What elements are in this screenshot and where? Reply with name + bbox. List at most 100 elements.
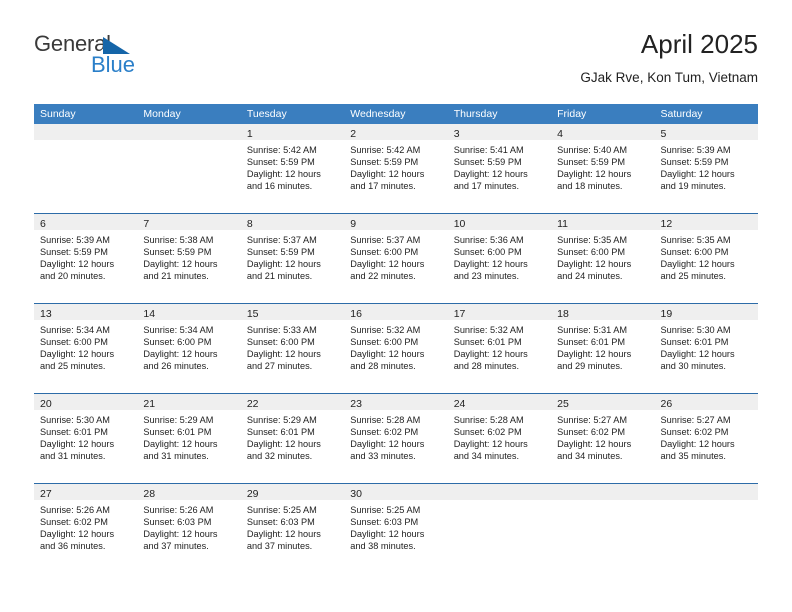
calendar-day-cell[interactable]: 1 Sunrise: 5:42 AM Sunset: 5:59 PM Daylight… xyxy=(240,124,345,213)
date-number: 12 xyxy=(660,218,673,230)
day-detail-line: Daylight: 12 hours xyxy=(453,349,528,360)
calendar-day-cell[interactable]: 13 Sunrise: 5:34 AM Sunset: 6:00 PM Dayligh… xyxy=(34,304,138,393)
date-band: 26 xyxy=(654,394,758,410)
day-detail-line: Sunrise: 5:31 AM xyxy=(557,325,628,335)
day-detail-line: Daylight: 12 hours xyxy=(246,349,321,360)
day-detail-line: Daylight: 12 hours xyxy=(246,439,321,450)
day-detail-line: and 37 minutes. xyxy=(246,541,313,552)
day-detail-line: Sunrise: 5:39 AM xyxy=(40,235,110,245)
calendar-day-cell[interactable]: 18 Sunrise: 5:31 AM Sunset: 6:01 PM Dayligh… xyxy=(551,304,655,393)
date-band: 6 xyxy=(34,214,138,230)
day-of-week-header: Wednesday xyxy=(350,108,406,120)
calendar-day-cell-empty xyxy=(447,484,552,573)
day-detail-line: and 23 minutes. xyxy=(453,271,520,282)
calendar-day-cell[interactable]: 5 Sunrise: 5:39 AM Sunset: 5:59 PM Daylight… xyxy=(654,124,758,213)
date-number: 23 xyxy=(350,398,362,410)
calendar-day-cell[interactable]: 11 Sunrise: 5:35 AM Sunset: 6:00 PM Dayligh… xyxy=(551,214,655,303)
day-of-week-header: Thursday xyxy=(453,108,498,120)
date-band xyxy=(654,484,758,500)
date-number: 14 xyxy=(143,308,156,320)
date-band: 16 xyxy=(344,304,448,320)
day-detail-line: Sunrise: 5:42 AM xyxy=(246,145,317,155)
day-detail-line: and 21 minutes. xyxy=(246,271,313,282)
date-number: 15 xyxy=(246,308,259,320)
day-detail-line: Sunrise: 5:38 AM xyxy=(143,235,214,245)
day-detail-list xyxy=(448,500,551,504)
calendar-day-cell[interactable]: 4 Sunrise: 5:40 AM Sunset: 5:59 PM Daylight… xyxy=(551,124,655,213)
day-detail-line: Sunrise: 5:28 AM xyxy=(453,415,524,425)
calendar-day-cell[interactable]: 2 Sunrise: 5:42 AM Sunset: 5:59 PM Daylight… xyxy=(344,124,448,213)
calendar-day-cell[interactable]: 19 Sunrise: 5:30 AM Sunset: 6:01 PM Dayligh… xyxy=(654,304,758,393)
day-detail-list: Sunrise: 5:29 AM Sunset: 6:01 PM Daylight:… xyxy=(241,410,344,462)
day-detail-line: Sunset: 6:00 PM xyxy=(350,337,419,348)
calendar-day-cell[interactable]: 26 Sunrise: 5:27 AM Sunset: 6:02 PM Dayligh… xyxy=(654,394,758,483)
date-band: 15 xyxy=(240,304,345,320)
calendar-day-cell[interactable]: 9 Sunrise: 5:37 AM Sunset: 6:00 PM Daylight… xyxy=(344,214,448,303)
day-detail-list: Sunrise: 5:26 AM Sunset: 6:02 PM Daylight:… xyxy=(34,500,137,552)
date-number: 20 xyxy=(40,398,52,410)
day-detail-line: Sunset: 6:00 PM xyxy=(350,247,419,258)
day-detail-line: Daylight: 12 hours xyxy=(246,529,321,540)
day-detail-line: and 27 minutes. xyxy=(246,361,313,372)
day-detail-line: Sunset: 5:59 PM xyxy=(143,247,212,258)
calendar-week-row: 20 Sunrise: 5:30 AM Sunset: 6:01 PM Dayligh… xyxy=(34,393,758,483)
calendar-day-cell[interactable]: 8 Sunrise: 5:37 AM Sunset: 5:59 PM Daylight… xyxy=(240,214,345,303)
day-detail-list: Sunrise: 5:39 AM Sunset: 5:59 PM Daylight:… xyxy=(655,140,758,192)
calendar-day-cell-empty xyxy=(137,124,241,213)
date-band: 27 xyxy=(34,484,138,500)
day-detail-line: Sunrise: 5:26 AM xyxy=(40,505,110,515)
day-detail-list: Sunrise: 5:29 AM Sunset: 6:01 PM Daylight:… xyxy=(137,410,240,462)
day-detail-list: Sunrise: 5:34 AM Sunset: 6:00 PM Daylight:… xyxy=(137,320,240,372)
day-detail-line: Sunrise: 5:27 AM xyxy=(557,415,628,425)
day-detail-line: Sunrise: 5:41 AM xyxy=(453,145,524,155)
calendar-day-cell[interactable]: 14 Sunrise: 5:34 AM Sunset: 6:00 PM Dayligh… xyxy=(137,304,241,393)
calendar-day-cell[interactable]: 17 Sunrise: 5:32 AM Sunset: 6:01 PM Dayligh… xyxy=(447,304,552,393)
date-number: 17 xyxy=(453,308,466,320)
calendar-day-cell[interactable]: 7 Sunrise: 5:38 AM Sunset: 5:59 PM Daylight… xyxy=(137,214,241,303)
calendar-day-cell[interactable]: 10 Sunrise: 5:36 AM Sunset: 6:00 PM Dayligh… xyxy=(447,214,552,303)
date-band: 28 xyxy=(137,484,241,500)
day-detail-list xyxy=(34,140,137,144)
calendar-day-cell[interactable]: 12 Sunrise: 5:35 AM Sunset: 6:00 PM Dayligh… xyxy=(654,214,758,303)
day-detail-line: Daylight: 12 hours xyxy=(557,439,632,450)
calendar-day-cell[interactable]: 21 Sunrise: 5:29 AM Sunset: 6:01 PM Dayligh… xyxy=(137,394,241,483)
day-detail-list: Sunrise: 5:28 AM Sunset: 6:02 PM Daylight:… xyxy=(448,410,551,462)
calendar-day-cell[interactable]: 30 Sunrise: 5:25 AM Sunset: 6:03 PM Dayligh… xyxy=(344,484,448,573)
day-detail-list: Sunrise: 5:35 AM Sunset: 6:00 PM Daylight:… xyxy=(551,230,654,282)
date-band: 3 xyxy=(447,124,552,140)
day-detail-line: and 24 minutes. xyxy=(557,271,623,282)
calendar-day-cell[interactable]: 23 Sunrise: 5:28 AM Sunset: 6:02 PM Dayligh… xyxy=(344,394,448,483)
calendar-day-cell-empty xyxy=(34,124,138,213)
calendar-week-row: 13 Sunrise: 5:34 AM Sunset: 6:00 PM Dayligh… xyxy=(34,303,758,393)
date-band: 29 xyxy=(240,484,345,500)
calendar-day-cell[interactable]: 28 Sunrise: 5:26 AM Sunset: 6:03 PM Dayligh… xyxy=(137,484,241,573)
day-of-week-header-row: Sunday Monday Tuesday Wednesday Thursday Frid… xyxy=(34,104,758,124)
day-detail-line: Sunrise: 5:30 AM xyxy=(40,415,110,425)
day-detail-line: Daylight: 12 hours xyxy=(350,529,425,540)
date-band: 1 xyxy=(240,124,345,140)
day-detail-line: Sunrise: 5:33 AM xyxy=(246,325,317,335)
calendar-day-cell[interactable]: 29 Sunrise: 5:25 AM Sunset: 6:03 PM Dayligh… xyxy=(240,484,345,573)
calendar-day-cell[interactable]: 15 Sunrise: 5:33 AM Sunset: 6:00 PM Dayligh… xyxy=(240,304,345,393)
date-number: 1 xyxy=(246,128,253,140)
general-blue-logo[interactable]: General Blue xyxy=(34,32,214,88)
calendar-grid: Sunday Monday Tuesday Wednesday Thursday Frid… xyxy=(34,104,758,573)
calendar-day-cell[interactable]: 3 Sunrise: 5:41 AM Sunset: 5:59 PM Daylight… xyxy=(447,124,552,213)
date-number: 2 xyxy=(350,128,357,140)
calendar-day-cell[interactable]: 6 Sunrise: 5:39 AM Sunset: 5:59 PM Daylight… xyxy=(34,214,138,303)
day-detail-line: Sunrise: 5:35 AM xyxy=(557,235,628,245)
calendar-day-cell[interactable]: 27 Sunrise: 5:26 AM Sunset: 6:02 PM Dayligh… xyxy=(34,484,138,573)
day-detail-line: Daylight: 12 hours xyxy=(246,259,321,270)
calendar-day-cell[interactable]: 25 Sunrise: 5:27 AM Sunset: 6:02 PM Dayligh… xyxy=(551,394,655,483)
calendar-day-cell[interactable]: 20 Sunrise: 5:30 AM Sunset: 6:01 PM Dayligh… xyxy=(34,394,138,483)
day-detail-line: Sunrise: 5:39 AM xyxy=(660,145,731,155)
date-band: 30 xyxy=(344,484,448,500)
day-detail-list: Sunrise: 5:32 AM Sunset: 6:00 PM Daylight:… xyxy=(344,320,447,372)
calendar-day-cell[interactable]: 24 Sunrise: 5:28 AM Sunset: 6:02 PM Dayligh… xyxy=(447,394,552,483)
calendar-day-cell[interactable]: 16 Sunrise: 5:32 AM Sunset: 6:00 PM Dayligh… xyxy=(344,304,448,393)
calendar-day-cell[interactable]: 22 Sunrise: 5:29 AM Sunset: 6:01 PM Dayligh… xyxy=(240,394,345,483)
day-of-week-header: Monday xyxy=(143,108,181,120)
date-band xyxy=(34,124,138,140)
day-detail-line: Sunrise: 5:40 AM xyxy=(557,145,628,155)
day-detail-line: and 33 minutes. xyxy=(350,451,416,462)
